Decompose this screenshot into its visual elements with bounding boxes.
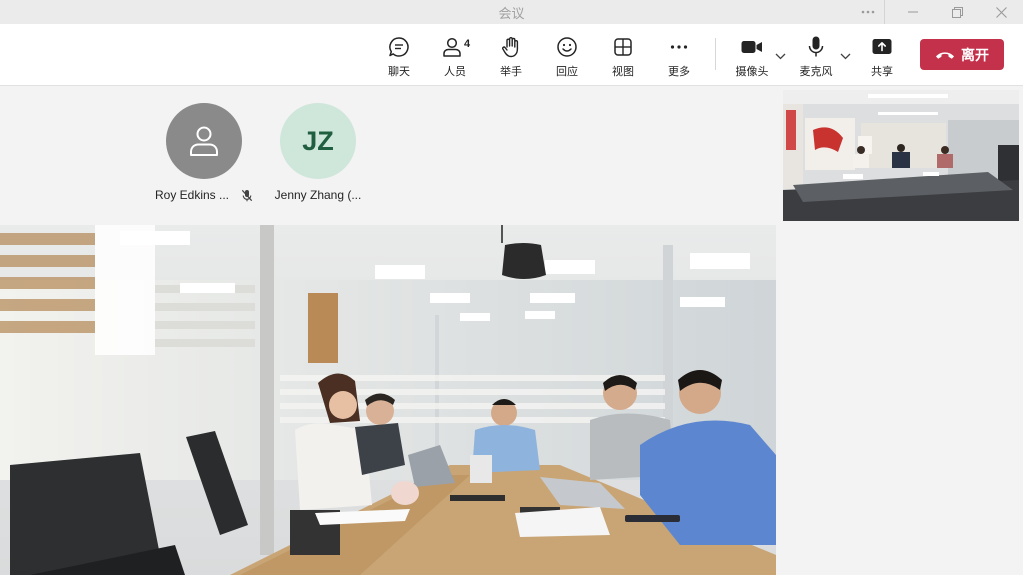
more-button[interactable]: 更多 xyxy=(654,34,704,80)
close-icon xyxy=(995,6,1007,18)
view-button[interactable]: 视图 xyxy=(598,34,648,80)
share-screen-icon xyxy=(869,34,895,60)
participant-name: Roy Edkins ... xyxy=(154,188,230,202)
avatar-initials: JZ xyxy=(302,125,334,156)
toolbar-divider xyxy=(715,38,716,70)
video-frame xyxy=(0,225,776,575)
microphone-options-chevron-down-icon[interactable] xyxy=(837,48,853,64)
chat-button[interactable]: 聊天 xyxy=(374,34,424,80)
smiley-icon xyxy=(554,34,580,60)
minimize-icon xyxy=(908,11,918,13)
camera-options-chevron-down-icon[interactable] xyxy=(772,48,788,64)
people-button[interactable]: 4 人员 xyxy=(430,34,480,80)
restore-button[interactable] xyxy=(937,0,977,24)
restore-icon xyxy=(951,6,963,18)
avatar: JZ xyxy=(280,103,356,179)
participant-name: Jenny Zhang (... xyxy=(274,188,362,202)
participant-tile-jenny[interactable]: JZ Jenny Zhang (... xyxy=(253,103,383,202)
camera-label: 摄像头 xyxy=(735,66,769,78)
main-video-feed[interactable] xyxy=(0,225,776,575)
more-options-icon[interactable] xyxy=(848,0,888,24)
chat-icon xyxy=(386,34,412,60)
camera-icon xyxy=(739,34,765,60)
self-video-preview[interactable] xyxy=(783,90,1019,221)
people-count-badge: 4 xyxy=(464,38,471,50)
view-label: 视图 xyxy=(612,66,634,78)
phone-hangup-icon xyxy=(936,51,954,59)
title-bar: 会议 xyxy=(0,0,1023,24)
leave-button[interactable]: 离开 xyxy=(920,39,1004,70)
more-label: 更多 xyxy=(668,66,690,78)
share-button[interactable]: 共享 xyxy=(857,34,907,80)
react-label: 回应 xyxy=(556,66,578,78)
people-icon: 4 xyxy=(442,34,471,60)
participant-tile-roy[interactable]: Roy Edkins ... xyxy=(139,103,269,202)
person-icon xyxy=(190,126,218,156)
raise-hand-button[interactable]: 举手 xyxy=(486,34,536,80)
grid-view-icon xyxy=(610,34,636,60)
people-label: 人员 xyxy=(444,66,466,78)
titlebar-divider xyxy=(884,0,885,24)
microphone-button[interactable]: 麦克风 xyxy=(791,34,841,80)
camera-button[interactable]: 摄像头 xyxy=(727,34,777,80)
mic-muted-icon xyxy=(241,189,253,201)
minimize-button[interactable] xyxy=(893,0,933,24)
meeting-toolbar: 聊天 4 人员 举手 回应 视图 更多 摄像头 麦克风 共享 离开 xyxy=(0,24,1023,86)
video-frame xyxy=(783,90,1019,221)
microphone-label: 麦克风 xyxy=(799,66,833,78)
leave-label: 离开 xyxy=(961,46,989,63)
avatar xyxy=(166,103,242,179)
raise-hand-icon xyxy=(498,34,524,60)
share-label: 共享 xyxy=(871,66,893,78)
microphone-icon xyxy=(803,34,829,60)
raise-hand-label: 举手 xyxy=(500,66,522,78)
more-icon xyxy=(666,34,692,60)
react-button[interactable]: 回应 xyxy=(542,34,592,80)
close-button[interactable] xyxy=(981,0,1021,24)
chat-label: 聊天 xyxy=(388,66,410,78)
